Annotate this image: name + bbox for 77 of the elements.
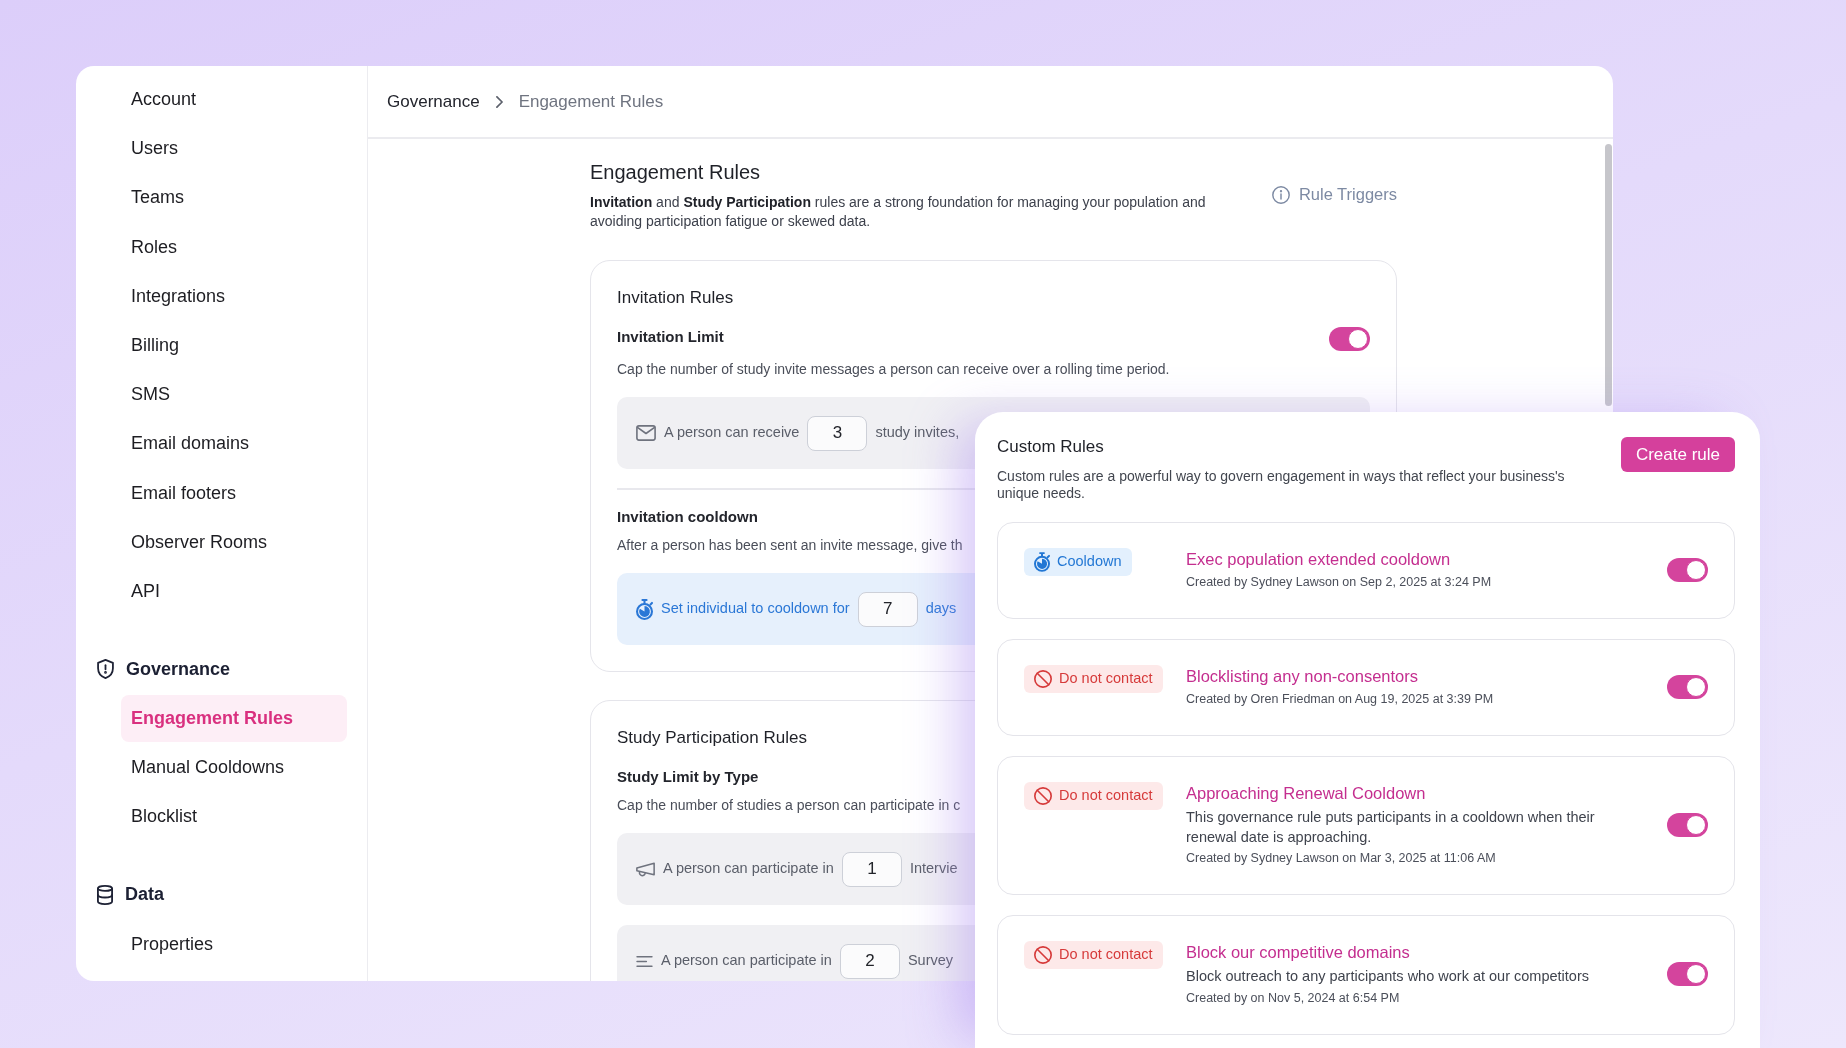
tag-label: Cooldown [1057, 552, 1122, 572]
sidebar-item[interactable]: Billing [121, 321, 347, 369]
rule-triggers-link[interactable]: Rule Triggers [1271, 182, 1397, 207]
section-description: Cap the number of study invite messages a person can receive over a rolling time period. [617, 360, 1170, 379]
page-description: Invitation and Study Participation rules are a strong foundation for managing your population and avoiding participation fatigue or skewed data. [590, 193, 1207, 231]
setting-text: study invites, [875, 423, 960, 443]
setting-text: Intervie [909, 859, 958, 879]
toggle-switch[interactable] [1667, 557, 1708, 582]
rule-title[interactable]: Block our competitive domains [1186, 941, 1410, 963]
card-title: Invitation Rules [617, 287, 734, 309]
tag-label: Do not contact [1059, 669, 1153, 689]
tag-label: Do not contact [1059, 786, 1153, 806]
sidebar-item[interactable]: Roles [121, 223, 347, 271]
tag-label: Do not contact [1059, 945, 1153, 965]
section-title: Invitation cooldown [617, 507, 758, 527]
toggle-switch[interactable] [1667, 961, 1708, 986]
chevron-right-icon [495, 95, 503, 108]
toggle-switch[interactable] [1329, 327, 1370, 351]
number-field[interactable]: 1 [841, 851, 902, 887]
sidebar-item[interactable]: Integrations [121, 272, 347, 320]
scrollbar-thumb[interactable] [1605, 144, 1612, 406]
sidebar-item[interactable]: Teams [121, 174, 347, 222]
rule-description: This governance rule puts participants in a cooldown when their renewal date is approaching. [1186, 808, 1596, 847]
rule-meta: Created by on Nov 5, 2024 at 6:54 PM [1186, 989, 1400, 1007]
sidebar-item[interactable]: Email domains [121, 420, 347, 468]
panel-title: Custom Rules [997, 436, 1104, 458]
panel-description: Custom rules are a powerful way to govern engagement in ways that reflect your business's unique needs. [997, 468, 1566, 502]
info-icon [1271, 185, 1290, 204]
sidebar-item[interactable]: Engagement Rules [121, 695, 347, 743]
rule-title[interactable]: Approaching Renewal Cooldown [1186, 782, 1426, 804]
number-field[interactable]: 7 [857, 591, 918, 627]
setting-text: Survey [907, 951, 954, 971]
rule-description: Block outreach to any participants who work at our competitors [1186, 967, 1589, 986]
setting-text: Set individual to cooldown for [661, 599, 850, 619]
rule-meta: Created by Sydney Lawson on Mar 3, 2025 at 11:06 AM [1186, 850, 1496, 867]
section-description: Cap the number of studies a person can participate in c [617, 796, 961, 815]
toggle-switch[interactable] [1667, 812, 1708, 837]
sidebar-section-title: Data [125, 883, 164, 907]
number-field[interactable]: 3 [807, 415, 868, 451]
number-field[interactable]: 2 [839, 943, 900, 979]
section-description: After a person has been sent an invite message, give th [617, 536, 963, 555]
breadcrumb-current: Engagement Rules [518, 90, 664, 113]
sidebar-item[interactable]: Blocklist [121, 793, 347, 841]
setting-text: A person can participate in [663, 859, 834, 879]
create-rule-button[interactable]: Create rule [1620, 437, 1735, 472]
rule-title[interactable]: Blocklisting any non-consentors [1186, 665, 1419, 687]
sidebar-item[interactable]: Manual Cooldowns [121, 744, 347, 792]
sidebar-item[interactable]: SMS [121, 371, 347, 419]
stopwatch-icon [1034, 552, 1050, 572]
sidebar-item[interactable]: Email footers [121, 469, 347, 517]
database-icon [97, 884, 113, 905]
megaphone-icon [636, 861, 655, 877]
section-title: Study Limit by Type [617, 767, 759, 787]
mail-icon [636, 425, 656, 441]
sidebar-item[interactable]: API [121, 567, 347, 615]
stopwatch-icon [636, 598, 653, 620]
shield-icon [97, 659, 114, 680]
ban-icon [1034, 670, 1052, 688]
lines-icon [636, 955, 653, 967]
rule-title[interactable]: Exec population extended cooldown [1186, 548, 1451, 570]
rule-meta: Created by Sydney Lawson on Sep 2, 2025 at 3:24 PM [1186, 574, 1492, 591]
sidebar-item[interactable]: Observer Rooms [121, 518, 347, 566]
ban-icon [1034, 787, 1052, 805]
setting-text: A person can participate in [661, 951, 832, 971]
page-title: Engagement Rules [590, 160, 761, 185]
setting-text: A person can receive [664, 423, 800, 443]
breadcrumb-link[interactable]: Governance [387, 88, 480, 115]
section-title: Invitation Limit [617, 327, 724, 347]
rule-meta: Created by Oren Friedman on Aug 19, 2025 at 3:39 PM [1186, 691, 1494, 708]
sidebar-item[interactable]: Account [121, 76, 347, 123]
toggle-switch[interactable] [1667, 674, 1708, 699]
setting-text: days [925, 599, 957, 619]
card-title: Study Participation Rules [617, 727, 807, 749]
sidebar-item[interactable]: Users [121, 125, 347, 173]
ban-icon [1034, 946, 1052, 964]
sidebar-item[interactable]: Properties [121, 920, 347, 968]
sidebar-section-title: Governance [126, 657, 231, 681]
